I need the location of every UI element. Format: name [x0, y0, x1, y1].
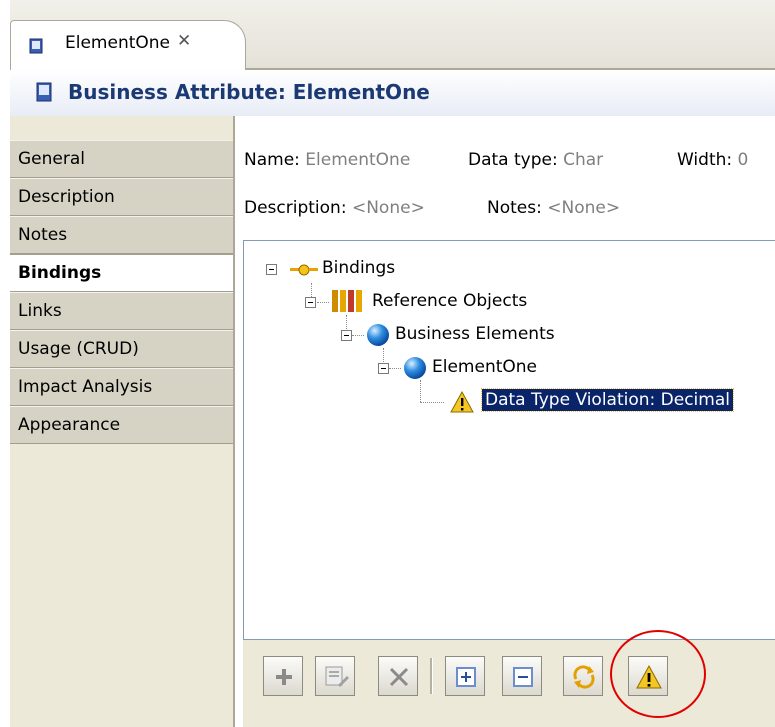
tree-node-business-elements[interactable]: Business Elements	[395, 324, 555, 344]
tree-connector	[317, 302, 329, 303]
editor-window: ElementOne ✕ Business Attribute: Element…	[0, 0, 775, 727]
width-value: 0	[737, 150, 749, 170]
collapse-all-button[interactable]	[502, 656, 542, 696]
sidebar-item-usage[interactable]: Usage (CRUD)	[10, 330, 233, 368]
tree-node-elementone[interactable]: ElementOne	[432, 357, 537, 377]
sidebar-item-general[interactable]: General	[10, 140, 233, 178]
width-field: Width: 0	[677, 150, 749, 170]
tree-connector	[352, 335, 364, 336]
tab-elementone[interactable]: ElementOne ✕	[10, 20, 246, 70]
edit-button[interactable]	[315, 656, 355, 696]
attribute-icon	[36, 82, 52, 107]
sidebar-item-impact-analysis[interactable]: Impact Analysis	[10, 368, 233, 406]
toolbar-separator	[430, 658, 433, 694]
sidebar-item-appearance[interactable]: Appearance	[10, 406, 233, 444]
sidebar: General Description Notes Bindings Links…	[10, 140, 235, 727]
tree-node-violation[interactable]: Data Type Violation: Decimal	[481, 388, 734, 412]
refresh-button[interactable]	[563, 656, 603, 696]
delete-button[interactable]	[378, 656, 418, 696]
expand-all-button[interactable]	[445, 656, 485, 696]
tree-connector	[420, 402, 444, 403]
business-element-icon	[365, 322, 391, 353]
tree-node-bindings[interactable]: Bindings	[322, 258, 395, 278]
datatype-field: Data type: Char	[468, 150, 604, 170]
notes-field: Notes: <None>	[487, 198, 621, 218]
notes-value: <None>	[547, 198, 621, 218]
name-field: Name: ElementOne	[244, 150, 411, 170]
collapse-toggle[interactable]	[266, 264, 277, 275]
warning-icon	[450, 390, 474, 418]
add-button[interactable]	[263, 656, 303, 696]
business-element-icon	[402, 355, 428, 386]
tab-label: ElementOne	[65, 33, 170, 53]
description-field: Description: <None>	[244, 198, 425, 218]
tab-strip: ElementOne ✕	[0, 0, 775, 70]
close-icon[interactable]: ✕	[177, 31, 191, 51]
editor-header: Business Attribute: ElementOne	[10, 70, 775, 117]
description-value: <None>	[351, 198, 425, 218]
name-value: ElementOne	[305, 150, 411, 170]
sidebar-header	[10, 116, 235, 140]
reference-objects-icon	[330, 288, 364, 319]
collapse-toggle[interactable]	[378, 363, 389, 374]
annotation-circle	[610, 630, 706, 718]
tree-node-reference-objects[interactable]: Reference Objects	[372, 291, 527, 311]
bindings-icon	[290, 262, 318, 282]
page-title: Business Attribute: ElementOne	[68, 80, 430, 104]
sidebar-item-description[interactable]: Description	[10, 178, 233, 216]
collapse-toggle[interactable]	[341, 330, 352, 341]
sidebar-item-bindings[interactable]: Bindings	[10, 254, 233, 292]
sidebar-item-notes[interactable]: Notes	[10, 216, 233, 254]
tree-connector	[389, 368, 401, 369]
attribute-icon	[29, 38, 43, 59]
sidebar-item-links[interactable]: Links	[10, 292, 233, 330]
datatype-value: Char	[563, 150, 604, 170]
collapse-toggle[interactable]	[305, 297, 316, 308]
